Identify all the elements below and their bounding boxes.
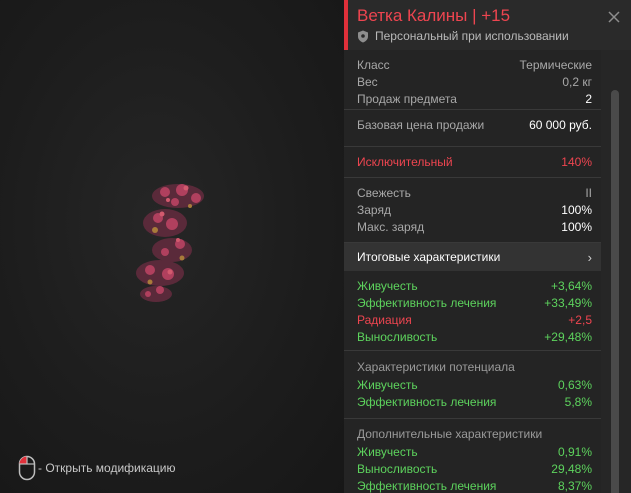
scrollbar-thumb[interactable] <box>611 90 619 493</box>
close-icon[interactable] <box>608 11 620 23</box>
potential-row-healing: Эффективность лечения 5,8% <box>357 394 592 409</box>
item-viewport[interactable]: - Открыть модификацию <box>0 0 344 493</box>
item-title: Ветка Калины | +15 <box>357 6 511 25</box>
total-stats-title: Итоговые характеристики <box>357 250 501 264</box>
hint-text: - Открыть модификацию <box>38 461 176 475</box>
state-row-freshness: Свежесть II <box>357 185 592 200</box>
rarity-row: Исключительный 140% <box>357 154 592 169</box>
viburnum-branch-model[interactable] <box>120 178 220 308</box>
extra-row-vitality: Живучесть 0,91% <box>357 444 592 459</box>
total-stats-section: Живучесть +3,64% Эффективность лечения +… <box>344 277 601 351</box>
stats-scroll-area[interactable]: Класс Термические Вес 0,2 кг Продаж пред… <box>344 50 601 493</box>
potential-row-vitality: Живучесть 0,63% <box>357 377 592 392</box>
total-stats-header[interactable]: Итоговые характеристики › <box>344 243 601 271</box>
state-row-max-charge: Макс. заряд 100% <box>357 219 592 234</box>
open-modification-hint: - Открыть модификацию <box>18 455 176 481</box>
basic-info-section: Класс Термические Вес 0,2 кг Продаж пред… <box>344 56 601 110</box>
item-tooltip-panel: Ветка Калины | +15 Персональный при испо… <box>344 0 631 493</box>
scrollbar-track[interactable] <box>601 50 631 493</box>
total-row-stamina: Выносливость +29,48% <box>357 329 592 344</box>
extra-row-stamina: Выносливость 29,48% <box>357 461 592 476</box>
total-row-vitality: Живучесть +3,64% <box>357 278 592 293</box>
extra-stats-section: Дополнительные характеристики Живучесть … <box>344 426 601 493</box>
extra-row-healing: Эффективность лечения 8,37% <box>357 478 592 493</box>
potential-stats-section: Характеристики потенциала Живучесть 0,63… <box>344 359 601 419</box>
title-accent-bar <box>344 0 348 50</box>
binding-text: Персональный при использовании <box>375 29 569 43</box>
state-row-charge: Заряд 100% <box>357 202 592 217</box>
chevron-right-icon: › <box>587 249 592 265</box>
price-section: Базовая цена продажи 60 000 руб. <box>344 116 601 147</box>
shield-icon <box>358 30 368 42</box>
binding-info: Персональный при использовании <box>357 29 569 43</box>
total-row-radiation: Радиация +2,5 <box>357 312 592 327</box>
info-row-weight: Вес 0,2 кг <box>357 74 592 89</box>
total-row-healing: Эффективность лечения +33,49% <box>357 295 592 310</box>
info-row-sales: Продаж предмета 2 <box>357 91 592 106</box>
info-row-class: Класс Термические <box>357 57 592 72</box>
potential-stats-title: Характеристики потенциала <box>357 360 515 374</box>
mouse-left-click-icon <box>18 455 36 481</box>
rarity-section: Исключительный 140% <box>344 153 601 178</box>
state-section: Свежесть II Заряд 100% Макс. заряд 100% <box>344 184 601 243</box>
base-sell-price: Базовая цена продажи 60 000 руб. <box>357 117 592 132</box>
extra-stats-title: Дополнительные характеристики <box>357 427 543 441</box>
